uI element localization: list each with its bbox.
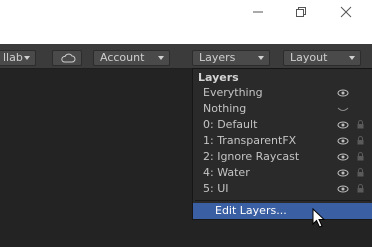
- close-icon[interactable]: [335, 3, 357, 21]
- eye-closed-icon[interactable]: [337, 105, 349, 113]
- lock-icon[interactable]: [357, 184, 364, 193]
- layers-button[interactable]: Layers: [192, 50, 270, 66]
- layer-item-nothing[interactable]: Nothing: [193, 101, 372, 117]
- collab-button[interactable]: llab: [0, 50, 36, 66]
- restore-icon[interactable]: [290, 3, 312, 21]
- layout-button[interactable]: Layout: [283, 50, 361, 66]
- layer-label: 4: Water: [203, 166, 250, 179]
- lock-icon[interactable]: [357, 120, 364, 129]
- layer-item-ignore-raycast[interactable]: 2: Ignore Raycast: [193, 149, 372, 165]
- chevron-down-icon: [349, 56, 355, 60]
- layers-label: Layers: [199, 51, 236, 64]
- lock-icon[interactable]: [357, 152, 364, 161]
- lock-icon[interactable]: [357, 136, 364, 145]
- layer-label: Nothing: [203, 102, 247, 115]
- dropdown-header: Layers: [198, 71, 239, 84]
- layer-label: Everything: [203, 86, 263, 99]
- edit-layers-label: Edit Layers...: [215, 204, 287, 217]
- chevron-down-icon: [158, 56, 164, 60]
- chevron-down-icon: [258, 56, 264, 60]
- layout-label: Layout: [290, 51, 328, 64]
- layer-label: 5: UI: [203, 182, 229, 195]
- cloud-icon: [61, 53, 76, 63]
- layer-item-ui[interactable]: 5: UI: [193, 181, 372, 197]
- lock-icon[interactable]: [357, 168, 364, 177]
- eye-icon[interactable]: [337, 185, 349, 193]
- edit-layers-button[interactable]: Edit Layers...: [193, 203, 372, 219]
- mouse-cursor-icon: [312, 208, 326, 228]
- layer-label: 2: Ignore Raycast: [203, 150, 300, 163]
- layer-label: 1: TransparentFX: [203, 134, 297, 147]
- layer-item-default[interactable]: 0: Default: [193, 117, 372, 133]
- eye-icon[interactable]: [337, 89, 349, 97]
- layers-dropdown: Layers Everything Nothing 0: Default 1: …: [192, 68, 372, 220]
- toolbar: llab Account Layers Layout: [0, 44, 372, 69]
- eye-icon[interactable]: [337, 137, 349, 145]
- eye-icon[interactable]: [337, 121, 349, 129]
- layer-item-everything[interactable]: Everything: [193, 85, 372, 101]
- layer-item-transparentfx[interactable]: 1: TransparentFX: [193, 133, 372, 149]
- account-label: Account: [100, 51, 145, 64]
- layer-item-water[interactable]: 4: Water: [193, 165, 372, 181]
- chevron-down-icon: [24, 56, 30, 60]
- cloud-button[interactable]: [52, 50, 82, 66]
- minimize-icon[interactable]: [247, 3, 269, 21]
- menu-divider: [195, 200, 371, 201]
- collab-label: llab: [3, 51, 23, 64]
- layer-label: 0: Default: [203, 118, 258, 131]
- title-bar: [0, 0, 372, 44]
- eye-icon[interactable]: [337, 153, 349, 161]
- account-button[interactable]: Account: [93, 50, 170, 66]
- eye-icon[interactable]: [337, 169, 349, 177]
